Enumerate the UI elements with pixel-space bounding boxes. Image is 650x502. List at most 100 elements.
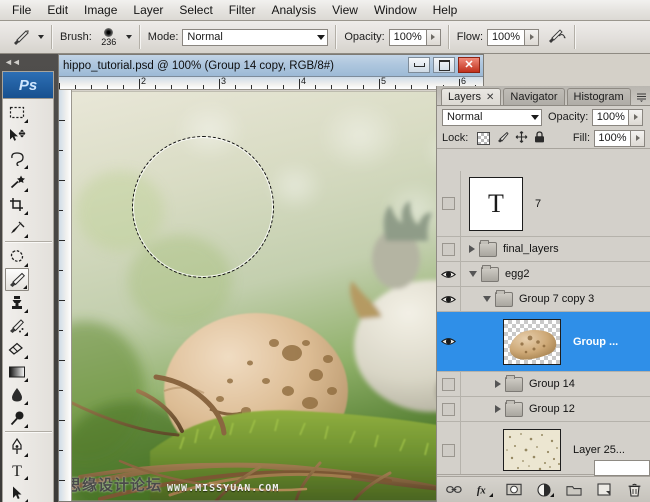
menu-view[interactable]: View (324, 1, 366, 20)
brush-picker-chevron-icon[interactable] (126, 35, 132, 39)
menu-layer[interactable]: Layer (125, 1, 171, 20)
layer-fill-input[interactable]: 100% (594, 130, 631, 147)
gradient-tool[interactable] (5, 360, 29, 383)
layer-thumbnail[interactable] (503, 429, 561, 471)
dodge-tool[interactable] (5, 406, 29, 429)
table-row[interactable]: egg2 (437, 262, 650, 287)
menu-file[interactable]: File (4, 1, 39, 20)
menu-image[interactable]: Image (76, 1, 125, 20)
layer-list[interactable]: T 7 final_layers (437, 171, 650, 475)
blend-mode-select[interactable]: Normal (182, 29, 328, 46)
disclosure-triangle-icon[interactable] (469, 271, 477, 277)
layer-visibility-cell[interactable] (437, 422, 461, 475)
pen-tool[interactable] (5, 435, 29, 458)
link-layers-icon[interactable] (446, 482, 462, 497)
layer-visibility-cell[interactable] (437, 372, 461, 396)
layer-fill-slider-button[interactable] (631, 130, 645, 147)
eye-off-icon[interactable] (442, 243, 455, 256)
menu-filter[interactable]: Filter (221, 1, 264, 20)
lock-all-icon[interactable] (534, 131, 545, 146)
flow-slider-button[interactable] (525, 29, 539, 46)
table-row[interactable]: Group 14 (437, 372, 650, 397)
flow-control[interactable]: 100% (487, 29, 539, 46)
eye-off-icon[interactable] (442, 378, 455, 391)
layer-visibility-cell[interactable] (437, 237, 461, 261)
horizontal-ruler[interactable]: 2 3 4 5 6 (59, 77, 483, 90)
magic-wand-tool[interactable] (5, 170, 29, 193)
healing-brush-tool[interactable] (5, 245, 29, 268)
tab-navigator[interactable]: Navigator (503, 88, 564, 105)
layer-list-scroll-stub[interactable] (594, 460, 650, 476)
path-selection-tool[interactable] (5, 481, 29, 502)
opacity-input[interactable]: 100% (389, 29, 427, 46)
eye-off-icon[interactable] (442, 403, 455, 416)
opacity-slider-button[interactable] (427, 29, 441, 46)
table-row[interactable]: Group ... (437, 312, 650, 372)
layer-opacity-control[interactable]: 100% (592, 109, 643, 126)
tab-histogram[interactable]: Histogram (567, 88, 631, 105)
slice-tool[interactable] (5, 216, 29, 239)
collapse-panel-icon[interactable]: ◄◄ (4, 57, 20, 67)
close-button[interactable]: ✕ (458, 57, 480, 73)
layer-visibility-cell[interactable] (437, 171, 461, 236)
eye-off-icon[interactable] (442, 197, 455, 210)
layer-thumbnail[interactable]: T (469, 177, 523, 231)
type-tool[interactable]: T (5, 458, 29, 481)
panel-menu-icon[interactable] (634, 90, 648, 103)
table-row[interactable]: Group 12 (437, 397, 650, 422)
rectangular-marquee-tool[interactable] (5, 101, 29, 124)
tab-layers[interactable]: Layers ✕ (441, 88, 501, 105)
table-row[interactable]: final_layers (437, 237, 650, 262)
layer-visibility-cell[interactable] (437, 287, 461, 311)
flow-input[interactable]: 100% (487, 29, 525, 46)
new-fill-adjustment-layer-icon[interactable] (536, 482, 552, 497)
menu-window[interactable]: Window (366, 1, 425, 20)
layer-opacity-slider-button[interactable] (629, 109, 643, 126)
layer-fill-control[interactable]: 100% (594, 130, 645, 147)
disclosure-triangle-icon[interactable] (483, 296, 491, 302)
brush-tool[interactable] (5, 268, 29, 291)
lasso-tool[interactable] (5, 147, 29, 170)
table-row[interactable]: T 7 (437, 171, 650, 237)
add-layer-mask-icon[interactable] (506, 482, 522, 497)
lock-position-icon[interactable] (515, 131, 528, 146)
disclosure-triangle-icon[interactable] (469, 245, 475, 253)
layer-blend-mode-select[interactable]: Normal (442, 109, 542, 126)
new-layer-icon[interactable] (596, 482, 612, 497)
lock-transparent-pixels-icon[interactable] (477, 132, 490, 145)
airbrush-toggle[interactable] (547, 27, 567, 48)
crop-tool[interactable] (5, 193, 29, 216)
disclosure-triangle-icon[interactable] (495, 405, 501, 413)
menu-help[interactable]: Help (425, 1, 466, 20)
new-group-icon[interactable] (566, 482, 582, 497)
menu-analysis[interactable]: Analysis (263, 1, 324, 20)
minimize-button[interactable] (408, 57, 430, 73)
layer-visibility-cell[interactable] (437, 397, 461, 421)
lock-image-pixels-icon[interactable] (496, 131, 509, 146)
canvas-area[interactable]: 思缘设计论坛 WWW.MISSYUAN.COM (60, 91, 483, 501)
table-row[interactable]: Group 7 copy 3 (437, 287, 650, 312)
layer-visibility-cell[interactable] (437, 262, 461, 286)
document-title-bar[interactable]: hippo_tutorial.psd @ 100% (Group 14 copy… (59, 55, 483, 77)
vertical-ruler[interactable] (59, 90, 72, 501)
menu-edit[interactable]: Edit (39, 1, 76, 20)
layer-visibility-cell[interactable] (437, 312, 461, 371)
opacity-control[interactable]: 100% (389, 29, 441, 46)
current-tool-preview[interactable] (8, 25, 34, 49)
brush-preview[interactable]: 236 (96, 27, 122, 47)
delete-layer-icon[interactable] (626, 482, 642, 497)
history-brush-tool[interactable] (5, 314, 29, 337)
close-icon[interactable]: ✕ (486, 92, 494, 103)
add-layer-style-icon[interactable]: fx (476, 482, 492, 497)
move-tool[interactable] (5, 124, 29, 147)
layer-thumbnail[interactable] (503, 319, 561, 365)
tool-preset-chevron-icon[interactable] (38, 35, 44, 39)
layer-opacity-input[interactable]: 100% (592, 109, 629, 126)
eye-off-icon[interactable] (442, 444, 455, 457)
clone-stamp-tool[interactable] (5, 291, 29, 314)
disclosure-triangle-icon[interactable] (495, 380, 501, 388)
eraser-tool[interactable] (5, 337, 29, 360)
blur-tool[interactable] (5, 383, 29, 406)
menu-select[interactable]: Select (171, 1, 220, 20)
maximize-button[interactable] (433, 57, 455, 73)
